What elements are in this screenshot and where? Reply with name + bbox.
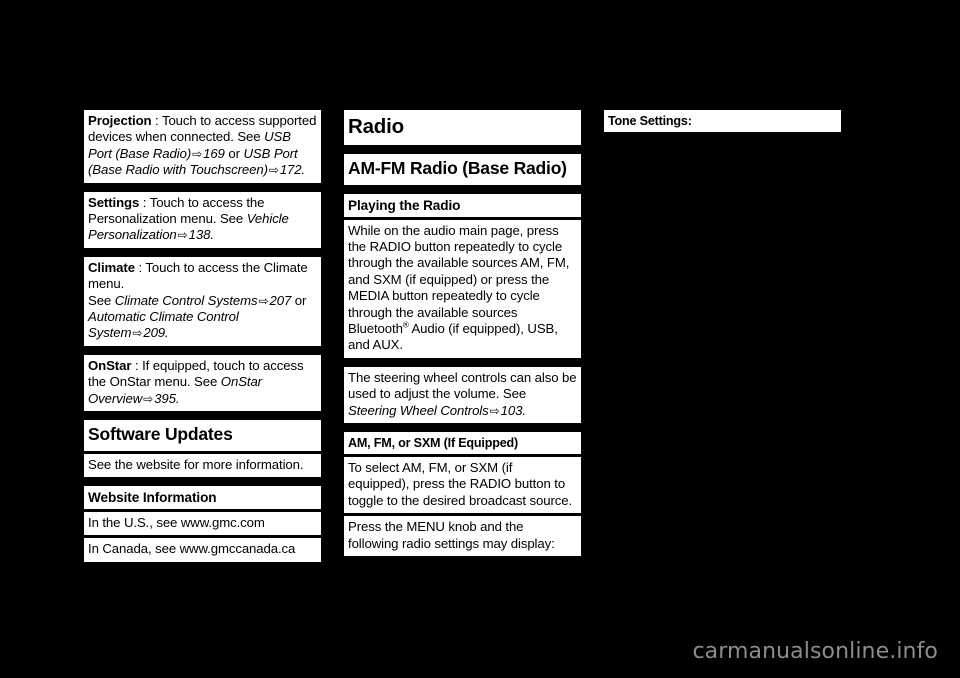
settings-separator: :	[139, 194, 150, 210]
climate-tail: .	[165, 325, 169, 341]
onstar-tail: .	[175, 390, 180, 406]
page-reference-arrow-icon: ⇨	[192, 146, 203, 161]
am-fm-sxm-body: To select AM, FM, or SXM (if equipped), …	[344, 456, 581, 514]
page-reference-arrow-icon: ⇨	[489, 403, 500, 418]
settings-tail: .	[210, 227, 214, 243]
website-us-row: In the U.S., see www.gmc.com	[84, 512, 321, 536]
website-canada-row: In Canada, see www.gmccanada.ca	[84, 538, 321, 562]
page-reference-arrow-icon: ⇨	[132, 326, 143, 341]
climate-entry: Climate : Touch to access the Climate me…	[84, 256, 321, 346]
page-reference-arrow-icon: ⇨	[177, 228, 188, 243]
projection-separator: :	[151, 113, 162, 128]
middle-column: Radio AM-FM Radio (Base Radio) Playing t…	[344, 110, 581, 559]
climate-page-1[interactable]: 207	[270, 293, 292, 308]
playing-the-radio-body: While on the audio main page, press the …	[344, 219, 581, 358]
steering-wheel-text: The steering wheel controls can also be …	[348, 369, 577, 402]
menu-knob-body: Press the MENU knob and the following ra…	[344, 516, 581, 556]
onstar-term: OnStar	[88, 357, 132, 373]
climate-reference-1[interactable]: Climate Control Systems	[115, 293, 258, 308]
site-watermark: carmanualsonline.info	[692, 639, 938, 664]
projection-entry: Projection : Touch to access supported d…	[84, 110, 321, 183]
onstar-entry: OnStar : If equipped, touch to access th…	[84, 354, 321, 412]
climate-text-2: See	[88, 292, 115, 308]
website-information-heading: Website Information	[84, 486, 321, 509]
projection-term: Projection	[88, 113, 152, 128]
settings-page-1[interactable]: 138	[189, 227, 211, 242]
tone-settings-heading: Tone Settings:	[604, 110, 841, 132]
climate-page-2[interactable]: 209	[143, 325, 165, 340]
steering-wheel-tail: .	[522, 402, 526, 418]
projection-tail: .	[301, 162, 306, 178]
steering-wheel-reference[interactable]: Steering Wheel Controls	[348, 403, 489, 418]
left-column: Projection : Touch to access supported d…	[84, 110, 321, 565]
onstar-separator: :	[131, 357, 143, 373]
steering-wheel-note: The steering wheel controls can also be …	[344, 366, 581, 423]
am-fm-radio-heading: AM-FM Radio (Base Radio)	[344, 154, 581, 185]
playing-the-radio-text-part1: While on the audio main page, press the …	[348, 222, 570, 336]
am-fm-sxm-heading: AM, FM, or SXM (If Equipped)	[344, 431, 581, 454]
onstar-page-1[interactable]: 395	[154, 391, 176, 406]
steering-wheel-page[interactable]: 103	[501, 403, 523, 418]
settings-entry: Settings : Touch to access the Personali…	[84, 191, 321, 248]
manual-page: Projection : Touch to access supported d…	[0, 0, 960, 678]
playing-the-radio-heading: Playing the Radio	[344, 193, 581, 217]
page-reference-arrow-icon: ⇨	[268, 163, 279, 178]
climate-term: Climate	[88, 259, 135, 275]
climate-separator: :	[134, 259, 146, 275]
page-reference-arrow-icon: ⇨	[258, 293, 269, 308]
software-updates-body: See the website for more information.	[84, 453, 321, 477]
climate-text-3: or	[291, 292, 307, 308]
radio-heading: Radio	[344, 110, 581, 145]
projection-page-1[interactable]: 169	[203, 146, 225, 161]
right-column: Tone Settings:	[604, 110, 841, 135]
page-reference-arrow-icon: ⇨	[143, 391, 154, 406]
settings-term: Settings	[88, 194, 140, 210]
projection-text-2: or	[224, 145, 244, 161]
projection-page-2[interactable]: 172	[280, 162, 302, 177]
software-updates-heading: Software Updates	[84, 420, 321, 451]
